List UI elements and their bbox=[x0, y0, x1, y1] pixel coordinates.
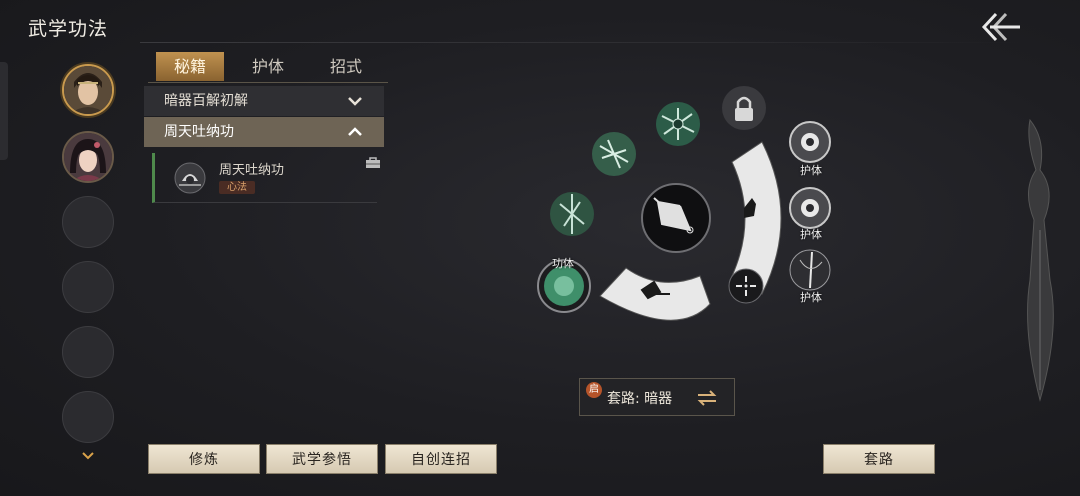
swap-arrows-icon[interactable] bbox=[696, 390, 718, 406]
empty-avatar-slot[interactable] bbox=[62, 391, 114, 443]
routine-text: 套路: 暗器 bbox=[607, 391, 673, 407]
female-portrait-icon bbox=[64, 133, 112, 181]
list-item-label: 暗器百解初解 bbox=[164, 93, 248, 109]
toolbox-icon[interactable] bbox=[365, 157, 381, 169]
huti-skill-2[interactable] bbox=[789, 187, 831, 229]
back-arrow-icon[interactable] bbox=[980, 10, 1024, 44]
skill-tabs: 秘籍 护体 招式 bbox=[148, 52, 388, 83]
empty-avatar-slot[interactable] bbox=[62, 196, 114, 248]
start-badge: 启 bbox=[586, 382, 602, 398]
huti-skill-3[interactable] bbox=[789, 249, 831, 291]
custom-combo-button[interactable]: 自创连招 bbox=[385, 444, 497, 474]
avatar-male-hero[interactable] bbox=[62, 64, 114, 116]
sub-list-item[interactable]: 周天吐纳功 心法 bbox=[152, 153, 380, 203]
huti-label-2: 护体 bbox=[800, 228, 822, 241]
huti-label-1: 护体 bbox=[800, 164, 822, 177]
header-divider bbox=[140, 42, 1020, 43]
page-title: 武学功法 bbox=[28, 18, 109, 40]
list-item-hidden-weapons[interactable]: 暗器百解初解 bbox=[144, 86, 384, 116]
locked-slot[interactable] bbox=[722, 86, 766, 130]
side-drawer-handle[interactable] bbox=[0, 62, 8, 160]
jade-skill-top[interactable] bbox=[656, 102, 700, 146]
list-item-breathing-art[interactable]: 周天吐纳功 bbox=[144, 117, 384, 147]
breathing-skill-icon bbox=[174, 162, 206, 194]
scroll-down-icon[interactable] bbox=[82, 452, 94, 460]
tab-body-protection[interactable]: 护体 bbox=[234, 52, 302, 81]
gongti-label: 功体 bbox=[552, 257, 574, 270]
male-portrait-icon bbox=[64, 66, 112, 114]
huti-skill-1[interactable] bbox=[789, 121, 831, 163]
dagger-decoration-icon bbox=[1027, 118, 1054, 402]
empty-avatar-slot[interactable] bbox=[62, 261, 114, 313]
jade-skill-upper-left[interactable] bbox=[592, 132, 636, 176]
practice-button[interactable]: 修炼 bbox=[148, 444, 260, 474]
tab-secret-manual[interactable]: 秘籍 bbox=[156, 52, 224, 81]
center-dart-skill[interactable] bbox=[641, 183, 711, 253]
routine-button[interactable]: 套路 bbox=[823, 444, 935, 474]
empty-avatar-slot[interactable] bbox=[62, 326, 114, 378]
routine-selector[interactable]: 启 套路: 暗器 bbox=[579, 378, 735, 416]
list-item-label: 周天吐纳功 bbox=[164, 124, 234, 140]
avatar-female-hero[interactable] bbox=[62, 131, 114, 183]
huti-label-3: 护体 bbox=[800, 291, 822, 304]
target-skill[interactable] bbox=[728, 268, 764, 304]
jade-skill-left[interactable] bbox=[550, 192, 594, 236]
comprehend-button[interactable]: 武学参悟 bbox=[266, 444, 378, 474]
lock-icon bbox=[735, 108, 753, 121]
chevron-down-icon bbox=[348, 97, 362, 106]
tab-moves[interactable]: 招式 bbox=[312, 52, 380, 81]
chevron-up-icon bbox=[348, 127, 362, 136]
skill-type-badge: 心法 bbox=[219, 181, 255, 194]
sub-item-name: 周天吐纳功 bbox=[219, 163, 285, 178]
